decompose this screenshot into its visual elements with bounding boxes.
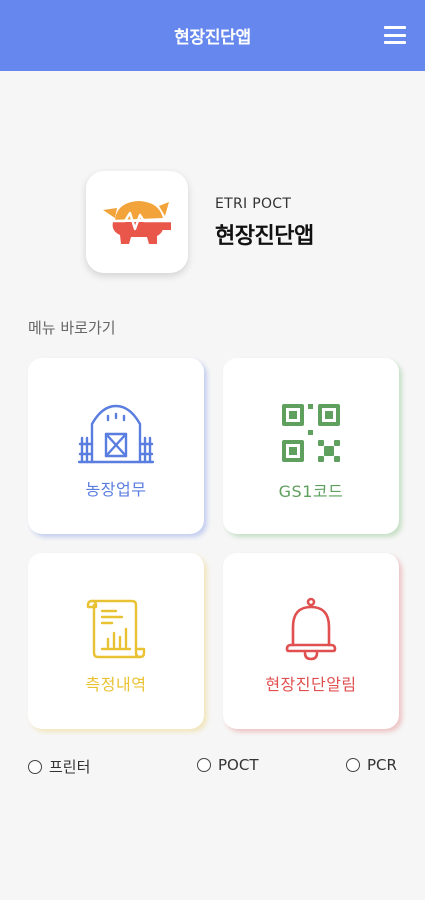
brand-title: 현장진단앱: [215, 224, 314, 249]
poct-status-label: POCT: [218, 756, 259, 774]
section-label: 메뉴 바로가기: [28, 319, 116, 337]
bell-icon: [285, 597, 337, 661]
farm-work-label: 농장업무: [85, 480, 147, 499]
receipt-chart-icon: [86, 599, 146, 659]
measurement-history-tile[interactable]: 측정내역: [28, 553, 204, 729]
app-bar: 현장진단앱: [0, 0, 425, 71]
diagnosis-alarm-label: 현장진단알림: [265, 675, 357, 694]
hamburger-menu-icon[interactable]: [384, 26, 406, 44]
device-status-row: 프린터 POCT PCR: [0, 756, 425, 776]
diagnosis-alarm-tile[interactable]: 현장진단알림: [223, 553, 399, 729]
barn-icon: [78, 404, 154, 464]
poct-status-indicator: [197, 758, 211, 772]
printer-status-indicator: [28, 759, 42, 774]
gs1-code-tile[interactable]: GS1코드: [223, 358, 399, 534]
pcr-status-label: PCR: [367, 756, 397, 774]
gs1-code-label: GS1코드: [278, 482, 344, 501]
app-logo: [86, 171, 188, 273]
farm-work-tile[interactable]: 농장업무: [28, 358, 204, 534]
measurement-history-label: 측정내역: [85, 675, 147, 694]
printer-status: 프린터: [28, 756, 90, 777]
qr-code-icon: [282, 404, 340, 462]
pcr-status-indicator: [346, 758, 360, 772]
printer-status-label: 프린터: [49, 758, 91, 776]
brand-subtitle: ETRI POCT: [215, 196, 292, 212]
poct-status: POCT: [197, 756, 259, 774]
pig-heartbeat-logo: [103, 201, 173, 244]
pcr-status: PCR: [346, 756, 397, 774]
app-bar-title: 현장진단앱: [174, 28, 251, 48]
